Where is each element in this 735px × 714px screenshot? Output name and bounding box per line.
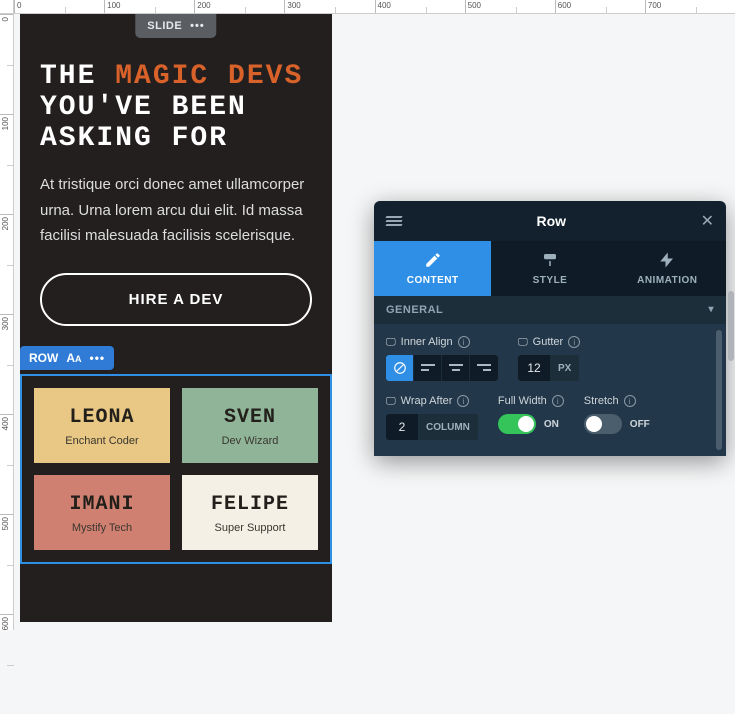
row-selection[interactable]: ROW AA ••• LEONA Enchant Coder SVEN Dev … (20, 374, 332, 564)
none-icon (393, 361, 407, 375)
info-icon[interactable]: i (552, 395, 564, 407)
screen-icon: 🖵 (518, 337, 528, 348)
card-sven[interactable]: SVEN Dev Wizard (182, 388, 318, 463)
more-icon[interactable]: ••• (90, 352, 106, 364)
info-icon[interactable]: i (457, 395, 469, 407)
align-center-icon (449, 362, 463, 374)
bolt-icon (657, 251, 677, 269)
pencil-icon (423, 251, 443, 269)
screen-icon: 🖵 (386, 337, 396, 348)
paint-roller-icon (540, 251, 560, 269)
panel-title: Row (402, 213, 701, 229)
ctrl-wrap-after: 🖵 Wrap After i 2 COLUMN (386, 395, 478, 440)
ruler-corner (0, 0, 14, 14)
controls-body: 🖵 Inner Align i 🖵 (374, 324, 726, 456)
align-left-button[interactable] (414, 355, 442, 381)
gutter-input[interactable]: 12 PX (518, 355, 579, 381)
tab-style[interactable]: STYLE (491, 241, 608, 296)
wrap-after-input[interactable]: 2 COLUMN (386, 414, 478, 440)
canvas[interactable]: SLIDE ••• THE MAGIC DEVS YOU'VE BEEN ASK… (14, 14, 735, 630)
body-text[interactable]: At tristique orci donec amet ullamcorper… (40, 172, 312, 249)
info-icon[interactable]: i (568, 336, 580, 348)
panel-header[interactable]: Row ✕ (374, 201, 726, 241)
scrollbar[interactable] (728, 291, 734, 361)
align-right-icon (477, 362, 491, 374)
align-center-button[interactable] (442, 355, 470, 381)
more-icon[interactable]: ••• (190, 20, 205, 32)
card-grid: LEONA Enchant Coder SVEN Dev Wizard IMAN… (22, 376, 330, 562)
slide[interactable]: SLIDE ••• THE MAGIC DEVS YOU'VE BEEN ASK… (20, 14, 332, 622)
align-none-button[interactable] (386, 355, 414, 381)
screen-icon: 🖵 (386, 396, 396, 407)
ruler-vertical: 0 100 200 300 400 500 600 (0, 14, 14, 630)
text-style-icon[interactable]: AA (66, 351, 81, 365)
info-icon[interactable]: i (624, 395, 636, 407)
card-imani[interactable]: IMANI Mystify Tech (34, 475, 170, 550)
align-left-icon (421, 362, 435, 374)
switch-on (498, 414, 536, 434)
tab-content[interactable]: CONTENT (374, 241, 491, 296)
slide-badge-label: SLIDE (147, 20, 182, 32)
card-felipe[interactable]: FELIPE Super Support (182, 475, 318, 550)
headline[interactable]: THE MAGIC DEVS YOU'VE BEEN ASKING FOR (40, 62, 312, 154)
switch-off (584, 414, 622, 434)
panel-tabs: CONTENT STYLE ANIMATION (374, 241, 726, 296)
ruler-horizontal: 0 100 200 300 400 500 600 700 (14, 0, 735, 14)
ctrl-full-width: Full Width i ON (498, 395, 564, 440)
ctrl-stretch: Stretch i OFF (584, 395, 650, 440)
close-icon[interactable]: ✕ (701, 211, 714, 231)
section-general[interactable]: GENERAL ▾ (374, 296, 726, 324)
card-leona[interactable]: LEONA Enchant Coder (34, 388, 170, 463)
inspector-panel[interactable]: Row ✕ CONTENT STYLE ANIMATION GENERAL ▾ (374, 201, 726, 456)
full-width-toggle[interactable]: ON (498, 414, 559, 434)
slide-badge[interactable]: SLIDE ••• (135, 14, 216, 38)
align-right-button[interactable] (470, 355, 498, 381)
row-toolbar-label: ROW (29, 351, 58, 365)
ctrl-gutter: 🖵 Gutter i 12 PX (518, 336, 580, 381)
chevron-down-icon: ▾ (708, 304, 714, 315)
row-toolbar[interactable]: ROW AA ••• (20, 346, 114, 370)
ctrl-inner-align: 🖵 Inner Align i (386, 336, 498, 381)
info-icon[interactable]: i (458, 336, 470, 348)
inner-align-segment (386, 355, 498, 381)
cta-button[interactable]: HIRE A DEV (40, 273, 312, 326)
layers-icon[interactable] (386, 216, 402, 226)
tab-animation[interactable]: ANIMATION (609, 241, 726, 296)
stretch-toggle[interactable]: OFF (584, 414, 650, 434)
